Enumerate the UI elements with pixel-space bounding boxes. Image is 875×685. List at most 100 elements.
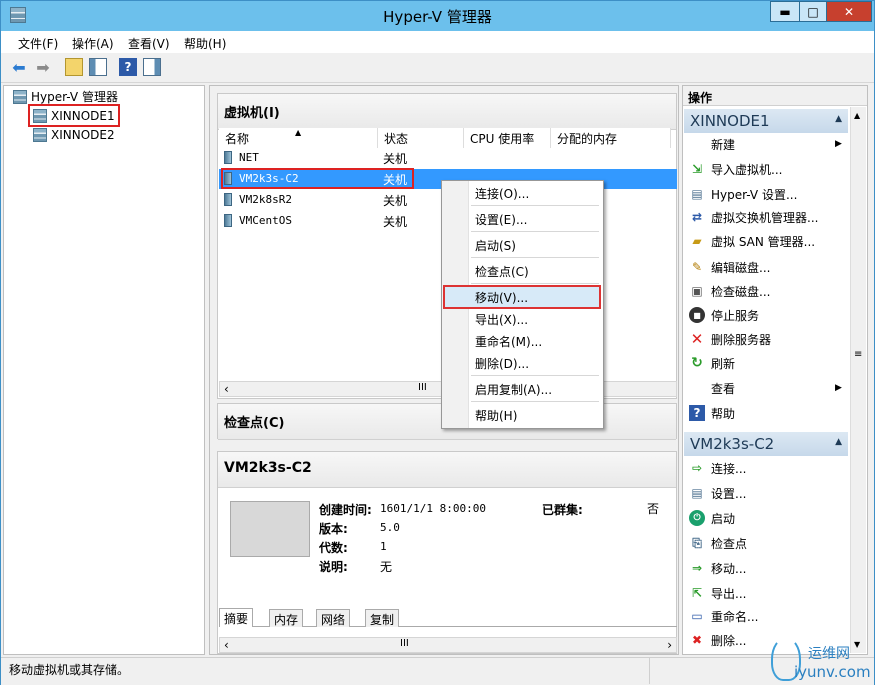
ctx-enable-replication[interactable]: 启用复制(A)... <box>475 381 552 398</box>
col-label: 名称 <box>225 132 250 146</box>
action-label: 查看 <box>711 381 736 396</box>
help-icon: ? <box>689 405 705 421</box>
hyperv-manager-icon <box>13 89 27 104</box>
action-remove-server[interactable]: ✕ 删除服务器 <box>689 329 771 349</box>
tab-memory[interactable]: 内存 <box>269 609 304 627</box>
action-stop-service[interactable]: ■ 停止服务 <box>689 305 759 325</box>
vm-state: 关机 <box>383 194 408 208</box>
action-label: 设置... <box>711 486 747 501</box>
ctx-move[interactable]: 移动(V)... <box>475 289 528 306</box>
action-checkpoint[interactable]: ⎘ 检查点 <box>689 533 747 553</box>
tab-replication[interactable]: 复制 <box>365 609 400 627</box>
actions-section-server[interactable]: XINNODE1 ▲ <box>684 109 848 133</box>
actions-section-vm[interactable]: VM2k3s-C2 ▲ <box>684 432 848 456</box>
col-header-cpu[interactable]: CPU 使用率 <box>464 128 551 148</box>
action-help[interactable]: ? 帮助 <box>689 403 735 423</box>
maximize-button[interactable]: □ <box>799 1 827 22</box>
show-hide-tree-icon[interactable] <box>89 58 107 76</box>
col-header-name[interactable]: 名称 ▲ <box>219 128 378 148</box>
action-new[interactable]: 新建 ▶ <box>689 134 842 154</box>
clustered-label: 已群集: <box>542 503 583 517</box>
clustered-value: 否 <box>647 502 660 516</box>
tree-node-xinnode1[interactable]: XINNODE1 <box>28 104 120 127</box>
scroll-thumb-grip[interactable]: III <box>418 382 427 393</box>
watermark-url: iyunv.com <box>794 663 871 681</box>
col-header-state[interactable]: 状态 <box>378 128 464 148</box>
up-folder-icon[interactable] <box>65 58 83 76</box>
help-icon[interactable]: ? <box>119 58 137 76</box>
ctx-separator <box>471 375 599 376</box>
ctx-help[interactable]: 帮助(H) <box>475 407 517 424</box>
watermark-text: 运维网 <box>808 646 850 662</box>
navigation-tree <box>3 85 205 655</box>
action-connect[interactable]: ⇨ 连接... <box>689 458 746 478</box>
action-settings[interactable]: ▤ 设置... <box>689 483 746 503</box>
vm-name: VM2k8sR2 <box>239 193 292 206</box>
ctx-checkpoint[interactable]: 检查点(C) <box>475 263 529 280</box>
notes-label: 说明: <box>319 560 348 574</box>
ctx-connect[interactable]: 连接(O)... <box>475 185 529 202</box>
action-view[interactable]: 查看 ▶ <box>689 378 842 398</box>
action-virtual-san-manager[interactable]: ▰ 虚拟 SAN 管理器... <box>689 231 815 251</box>
col-header-memory[interactable]: 分配的内存 <box>551 128 671 148</box>
version-value: 5.0 <box>380 521 400 534</box>
scroll-right-icon[interactable]: › <box>667 638 672 652</box>
tree-node-xinnode2[interactable]: XINNODE2 <box>33 128 115 142</box>
action-hyperv-settings[interactable]: ▤ Hyper-V 设置... <box>689 184 797 204</box>
tree-node-label: XINNODE1 <box>51 108 115 123</box>
generation-label: 代数: <box>319 541 348 555</box>
action-refresh[interactable]: ↻ 刷新 <box>689 353 735 373</box>
tree-root-hyperv-manager[interactable]: Hyper-V 管理器 <box>13 88 118 105</box>
menu-action[interactable]: 操作(A) <box>72 35 114 52</box>
scroll-left-icon[interactable]: ‹ <box>224 382 229 396</box>
details-panel-title: VM2k3s-C2 <box>218 452 676 488</box>
action-inspect-disk[interactable]: ▣ 检查磁盘... <box>689 281 770 301</box>
action-move[interactable]: ⇒ 移动... <box>689 558 746 578</box>
action-start[interactable]: ⏻ 启动 <box>689 508 735 528</box>
ctx-export[interactable]: 导出(X)... <box>475 311 528 328</box>
action-import-vm[interactable]: ⇲ 导入虚拟机... <box>689 159 782 179</box>
ctx-settings[interactable]: 设置(E)... <box>475 211 527 228</box>
menu-help[interactable]: 帮助(H) <box>184 35 226 52</box>
menu-file[interactable]: 文件(F) <box>18 35 58 52</box>
vm-state: 关机 <box>383 215 408 229</box>
actions-header: 操作 <box>683 86 867 106</box>
move-icon: ⇒ <box>691 561 703 575</box>
action-edit-disk[interactable]: ✎ 编辑磁盘... <box>689 257 770 277</box>
back-arrow-icon[interactable]: ⬅ <box>10 58 28 77</box>
action-export[interactable]: ⇱ 导出... <box>689 583 746 603</box>
action-label: 虚拟 SAN 管理器... <box>711 234 816 249</box>
ctx-rename[interactable]: 重命名(M)... <box>475 333 542 350</box>
tab-summary[interactable]: 摘要 <box>219 608 254 627</box>
tab-network[interactable]: 网络 <box>316 609 351 627</box>
generation-value: 1 <box>380 540 387 553</box>
collapse-icon[interactable]: ▲ <box>835 114 842 124</box>
menu-view[interactable]: 查看(V) <box>128 35 170 52</box>
close-button[interactable]: ✕ <box>826 1 872 22</box>
scroll-up-icon[interactable]: ▲ <box>854 111 860 120</box>
forward-arrow-icon[interactable]: ➡ <box>34 58 52 77</box>
scroll-down-icon[interactable]: ▼ <box>854 640 860 649</box>
actions-vertical-scrollbar[interactable]: ▲ ≡ ▼ <box>850 107 866 653</box>
action-rename[interactable]: ▭ 重命名... <box>689 606 758 626</box>
ctx-delete[interactable]: 删除(D)... <box>475 355 529 372</box>
scroll-thumb-grip-icon[interactable]: ≡ <box>854 349 862 360</box>
action-delete[interactable]: ✖ 删除... <box>689 630 746 650</box>
connect-icon: ⇨ <box>691 461 703 475</box>
minimize-button[interactable]: ▬ <box>770 1 800 22</box>
blank-icon <box>689 136 705 152</box>
scroll-left-icon[interactable]: ‹ <box>224 638 229 652</box>
ctx-separator <box>471 257 599 258</box>
scroll-thumb-grip[interactable]: III <box>400 638 409 649</box>
settings-icon: ▤ <box>691 187 703 201</box>
vm-icon <box>224 193 232 206</box>
inspect-disk-icon: ▣ <box>691 284 703 298</box>
collapse-icon[interactable]: ▲ <box>835 437 842 447</box>
action-label: 删除服务器 <box>711 332 772 347</box>
details-horizontal-scrollbar[interactable]: ‹ III › <box>219 637 677 653</box>
show-hide-action-pane-icon[interactable] <box>143 58 161 76</box>
vm-state: 关机 <box>383 152 408 166</box>
ctx-start[interactable]: 启动(S) <box>475 237 516 254</box>
action-virtual-switch-manager[interactable]: ⇄ 虚拟交换机管理器... <box>689 207 818 227</box>
vm-row[interactable]: NET 关机 <box>219 148 677 168</box>
